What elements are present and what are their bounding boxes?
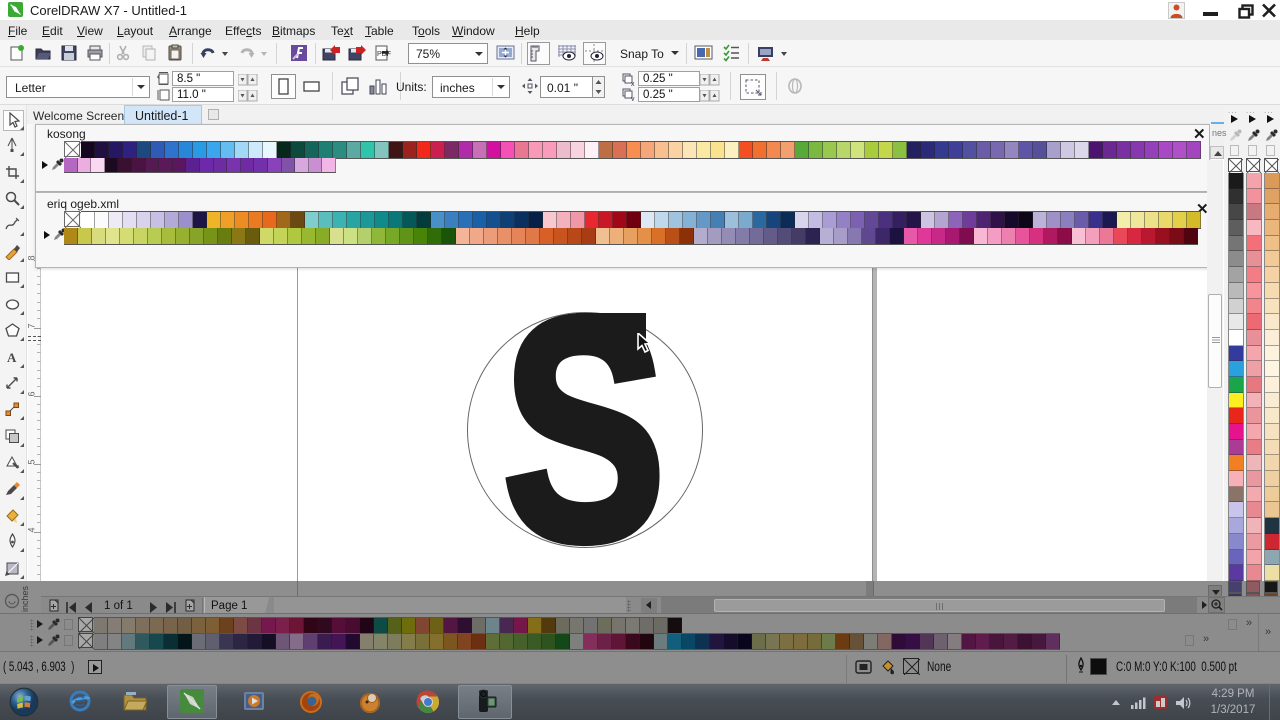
svg-text:A: A	[7, 350, 17, 365]
svg-text:y: y	[631, 96, 635, 101]
svg-text:x: x	[631, 81, 635, 86]
